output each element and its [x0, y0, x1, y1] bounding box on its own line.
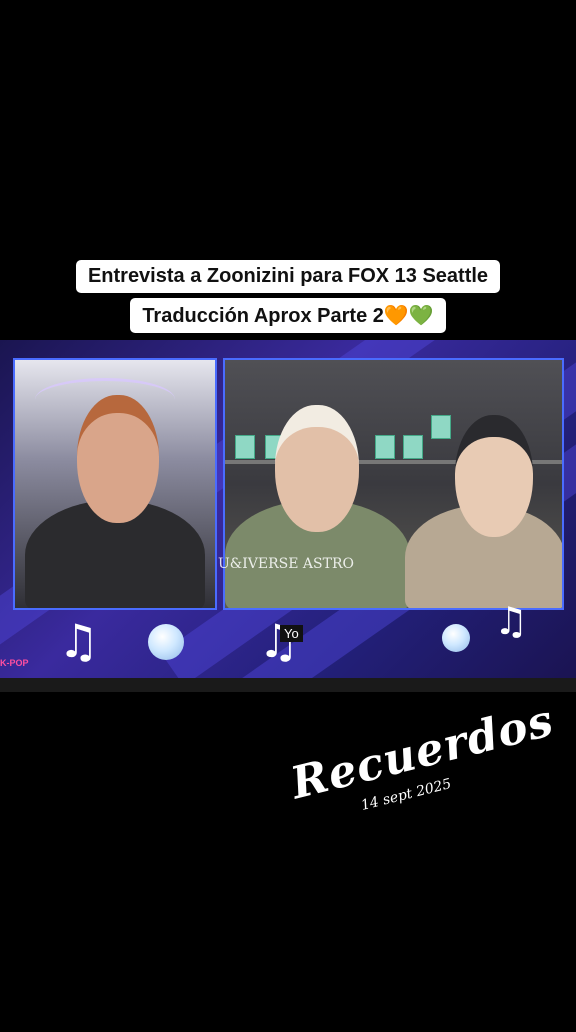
guests-video-panel — [223, 358, 564, 610]
channel-logo: K-POP — [0, 658, 29, 668]
interviewer-head — [77, 395, 159, 523]
caption-text-2: Traducción Aprox Parte 2🧡💚 — [130, 298, 446, 333]
yo-tag: Yo — [280, 625, 303, 642]
orb-icon — [148, 624, 184, 660]
guest-left-head — [275, 405, 359, 532]
caption-text-1: Entrevista a Zoonizini para FOX 13 Seatt… — [75, 260, 501, 293]
music-note-icon: ♫ — [494, 599, 529, 643]
video-bottom-bar — [0, 678, 576, 692]
guest-right-head — [455, 415, 533, 537]
caption-line-2: Traducción Aprox Parte 2🧡💚 — [0, 298, 576, 333]
watermark-text: U&IVERSE ASTRO — [218, 556, 354, 572]
recuerdos-overlay: Recuerdos 14 sept 2025 — [286, 695, 570, 886]
interviewer-video-panel — [13, 358, 217, 610]
music-note-icon: ♫ — [58, 614, 100, 668]
video-stage[interactable]: U&IVERSE ASTRO ♫ ♫ Yo ♫ K-POP — [0, 340, 576, 690]
caption-line-1: Entrevista a Zoonizini para FOX 13 Seatt… — [0, 260, 576, 293]
orb-icon — [442, 624, 470, 652]
